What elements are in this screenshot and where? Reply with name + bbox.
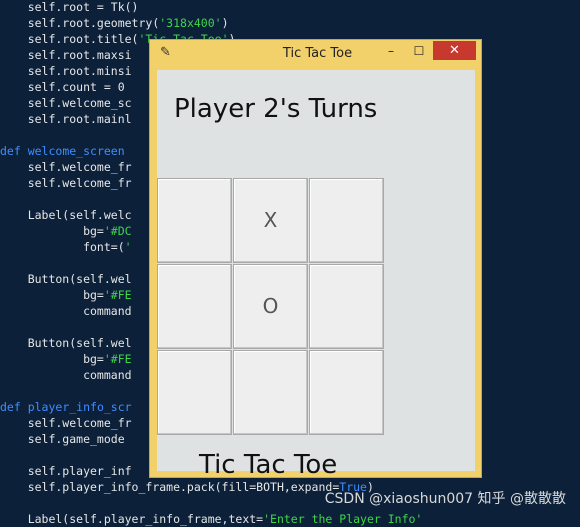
- code-line: self.welcome_fr: [0, 415, 132, 431]
- title-bar[interactable]: ✎ Tic Tac Toe – ☐ ✕: [150, 40, 481, 68]
- code-line: bg='#FE: [0, 287, 132, 303]
- code-line: self.welcome_sc: [0, 95, 132, 111]
- code-token: bg=: [0, 288, 104, 302]
- game-board: X O: [157, 178, 385, 436]
- code-token: self.welcome_fr: [0, 416, 132, 430]
- code-line: self.root.mainl: [0, 111, 132, 127]
- code-line: bg='#DC: [0, 223, 132, 239]
- code-token: ): [221, 16, 229, 30]
- code-line: self.root.maxsi: [0, 47, 132, 63]
- window-title: Tic Tac Toe: [282, 46, 353, 61]
- code-token: bg=: [0, 224, 104, 238]
- code-token: self.root.maxsi: [0, 48, 132, 62]
- board-cell-5[interactable]: [309, 264, 384, 349]
- code-token: bg=: [0, 352, 104, 366]
- board-cell-7[interactable]: [233, 350, 308, 435]
- code-token: command: [0, 304, 132, 318]
- minimize-button[interactable]: –: [378, 42, 404, 62]
- code-line: self.player_info_frame.pack(fill=BOTH,ex…: [0, 479, 374, 495]
- close-button[interactable]: ✕: [433, 41, 476, 60]
- code-token: self.root = Tk(): [0, 0, 139, 14]
- code-token: self.welcome_sc: [0, 96, 132, 110]
- code-line: self.count = 0: [0, 79, 125, 95]
- code-line: self.root.minsi: [0, 63, 132, 79]
- code-token: '318x400': [159, 16, 222, 30]
- code-token: font=(: [0, 240, 125, 254]
- code-token: def: [0, 144, 28, 158]
- code-token: '#FE: [103, 288, 132, 302]
- code-line: self.root = Tk(): [0, 0, 139, 15]
- feather-icon: ✎: [160, 45, 171, 60]
- board-cell-8[interactable]: [309, 350, 384, 435]
- maximize-button[interactable]: ☐: [406, 42, 432, 62]
- code-line: def player_info_scr: [0, 399, 132, 415]
- code-token: Button(self.wel: [0, 336, 132, 350]
- code-line: Button(self.wel: [0, 335, 132, 351]
- code-line: bg='#FE: [0, 351, 132, 367]
- code-token: self.root.geometry(: [0, 16, 160, 30]
- code-token: self.welcome_fr: [0, 160, 132, 174]
- code-token: '#FE: [103, 352, 132, 366]
- code-token: welcome_screen: [27, 144, 125, 158]
- code-line: self.game_mode: [0, 431, 132, 447]
- code-token: self.root.minsi: [0, 64, 132, 78]
- tk-window: ✎ Tic Tac Toe – ☐ ✕ Player 2's Turns X O…: [149, 39, 482, 480]
- code-line: self.root.geometry('318x400'): [0, 15, 229, 31]
- code-token: 'Enter the Player Info': [263, 512, 423, 526]
- watermark: CSDN @xiaoshun007 知乎 @散散散: [324, 491, 566, 507]
- code-token: Label(self.player_info_frame,text=: [0, 512, 264, 526]
- code-line: self.player_inf: [0, 463, 132, 479]
- code-line: Label(self.player_info_frame,text='Enter…: [0, 511, 423, 527]
- code-line: self.welcome_fr: [0, 159, 132, 175]
- code-token: Button(self.wel: [0, 272, 132, 286]
- board-cell-2[interactable]: [309, 178, 384, 263]
- code-token: self.player_info_frame.pack(fill=BOTH,ex…: [0, 480, 340, 494]
- code-token: self.welcome_fr: [0, 176, 132, 190]
- code-line: self.welcome_fr: [0, 175, 132, 191]
- code-token: self.player_inf: [0, 464, 132, 478]
- code-token: Label(self.welc: [0, 208, 132, 222]
- window-client-area: Player 2's Turns X O Tic Tac Toe: [157, 70, 475, 480]
- board-cell-3[interactable]: [157, 264, 232, 349]
- code-token: player_info_scr: [27, 400, 132, 414]
- turn-label: Player 2's Turns: [174, 94, 378, 124]
- board-cell-0[interactable]: [157, 178, 232, 263]
- footer-label: Tic Tac Toe: [199, 450, 338, 480]
- code-token: self.count = 0: [0, 80, 125, 94]
- code-line: font=(': [0, 239, 132, 255]
- code-token: self.root.title(: [0, 32, 139, 46]
- board-cell-6[interactable]: [157, 350, 232, 435]
- code-line: Label(self.welc: [0, 207, 132, 223]
- board-cell-4[interactable]: O: [233, 264, 308, 349]
- code-token: command: [0, 368, 132, 382]
- code-token: ': [124, 240, 132, 254]
- code-line: def welcome_screen: [0, 143, 125, 159]
- code-token: self.game_mode: [0, 432, 132, 446]
- code-token: def: [0, 400, 28, 414]
- board-cell-1[interactable]: X: [233, 178, 308, 263]
- code-token: '#DC: [103, 224, 132, 238]
- code-token: self.root.mainl: [0, 112, 132, 126]
